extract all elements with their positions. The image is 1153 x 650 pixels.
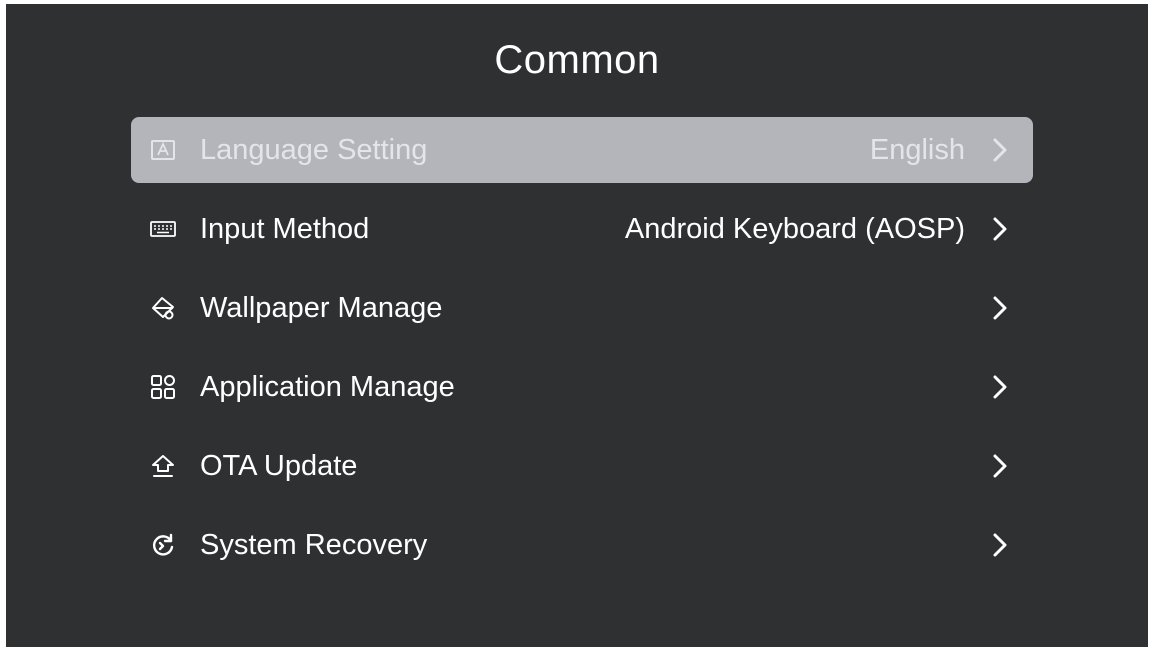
menu-item-label: Input Method — [200, 212, 370, 245]
menu-item-wallpaper-manage[interactable]: Wallpaper Manage — [131, 275, 1033, 341]
chevron-right-icon — [989, 530, 1011, 560]
menu-item-language-setting[interactable]: Language Setting English — [131, 117, 1033, 183]
chevron-right-icon — [989, 214, 1011, 244]
settings-screen: Common Language Setting English Input Me… — [6, 4, 1148, 647]
apps-grid-icon — [149, 373, 177, 401]
keyboard-icon — [149, 215, 177, 243]
menu-item-label: Language Setting — [200, 133, 428, 166]
page-title: Common — [494, 38, 660, 82]
menu-item-value: Android Keyboard (AOSP) — [624, 212, 965, 245]
menu-item-value: English — [869, 133, 965, 166]
chevron-right-icon — [989, 135, 1011, 165]
chevron-right-icon — [989, 372, 1011, 402]
recovery-icon — [149, 531, 177, 559]
settings-menu: Language Setting English Input Method An… — [131, 117, 1033, 591]
language-icon — [149, 136, 177, 164]
menu-item-ota-update[interactable]: OTA Update — [131, 433, 1033, 499]
menu-item-label: OTA Update — [200, 449, 358, 482]
ota-update-icon — [149, 452, 177, 480]
menu-item-input-method[interactable]: Input Method Android Keyboard (AOSP) — [131, 196, 1033, 262]
menu-item-application-manage[interactable]: Application Manage — [131, 354, 1033, 420]
wallpaper-icon — [149, 294, 177, 322]
menu-item-system-recovery[interactable]: System Recovery — [131, 512, 1033, 578]
chevron-right-icon — [989, 451, 1011, 481]
menu-item-label: Application Manage — [200, 370, 455, 403]
chevron-right-icon — [989, 293, 1011, 323]
menu-item-label: System Recovery — [200, 528, 428, 561]
menu-item-label: Wallpaper Manage — [200, 291, 443, 324]
